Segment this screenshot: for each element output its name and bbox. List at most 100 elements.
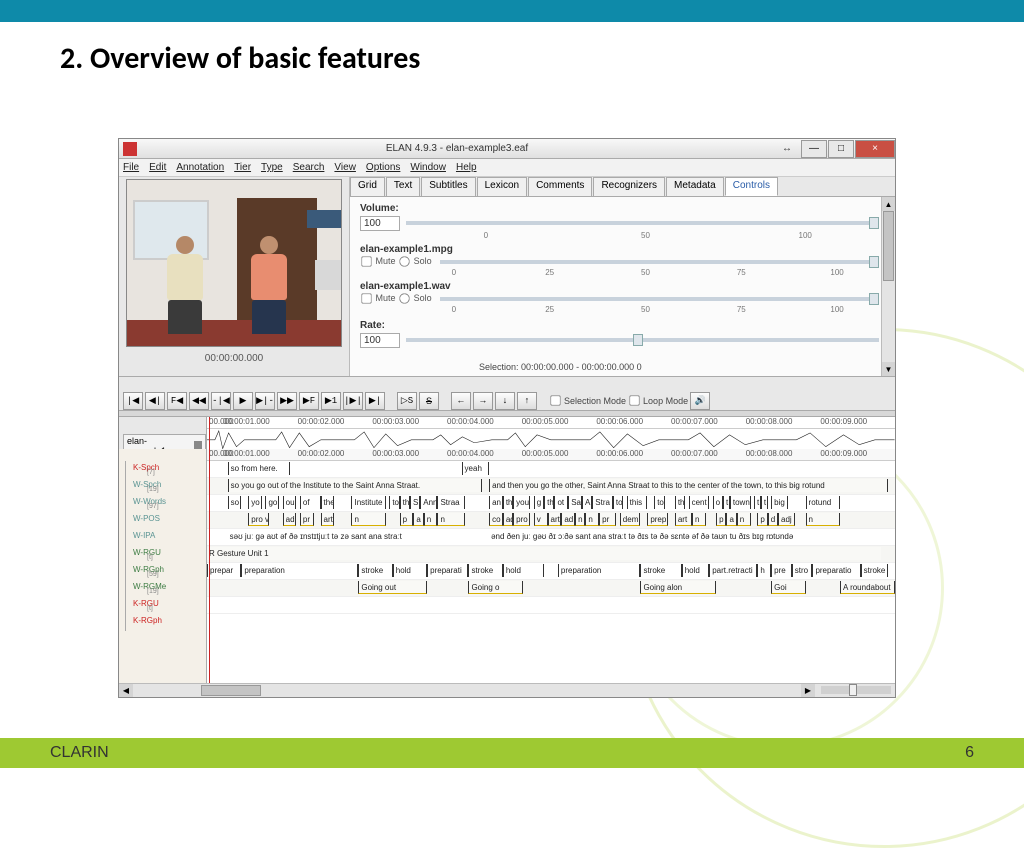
tab-controls[interactable]: Controls [725, 177, 778, 196]
menu-view[interactable]: View [334, 162, 356, 173]
menu-type[interactable]: Type [261, 162, 283, 173]
annotation[interactable]: dem [620, 513, 641, 526]
annotation[interactable]: pro v [248, 513, 269, 526]
volume-slider[interactable] [406, 221, 879, 225]
next-scroll-button[interactable]: ▶1 [321, 392, 341, 410]
annotation[interactable]: pr [599, 513, 616, 526]
annotation[interactable]: o [713, 496, 723, 509]
tab-grid[interactable]: Grid [350, 177, 385, 196]
tier-label[interactable]: W-POS [119, 512, 206, 529]
annotation[interactable]: art [321, 513, 335, 526]
annotation[interactable]: hold [682, 564, 710, 577]
annotation[interactable]: R Gesture Unit 1 [207, 547, 881, 560]
annotation[interactable]: a [726, 513, 736, 526]
annotation[interactable]: n [585, 513, 599, 526]
prev-frame-button[interactable]: F◀ [167, 392, 187, 410]
annotation[interactable]: Sa [568, 496, 582, 509]
annotation[interactable]: Going out [358, 581, 427, 594]
close-button[interactable]: × [855, 140, 895, 158]
media2-solo-radio[interactable] [399, 293, 409, 303]
annotation[interactable]: hold [503, 564, 544, 577]
annotation[interactable]: so you go out of the Institute to the Sa… [228, 479, 483, 492]
menu-help[interactable]: Help [456, 162, 477, 173]
annotation[interactable]: ənd ðen juː gəʊ ðɪ ɔːðə sant ana straːt … [489, 530, 867, 543]
tab-recognizers[interactable]: Recognizers [593, 177, 665, 196]
annotation[interactable]: h [757, 564, 771, 577]
selection-mode-check[interactable]: Selection Mode [549, 394, 626, 407]
media1-slider[interactable] [440, 260, 879, 264]
annotation[interactable]: Going alon [640, 581, 716, 594]
media2-slider[interactable] [440, 297, 879, 301]
scroll-right-icon[interactable]: ▶ [801, 684, 815, 697]
clear-selection-button[interactable]: S [419, 392, 439, 410]
annotation[interactable]: pro [513, 513, 530, 526]
annotation[interactable]: cent [689, 496, 710, 509]
annotation[interactable]: g [534, 496, 544, 509]
annotation[interactable]: go [265, 496, 279, 509]
annotation[interactable]: p [400, 513, 414, 526]
annotation[interactable]: v [534, 513, 548, 526]
annotation[interactable]: Stra [592, 496, 613, 509]
annotation[interactable]: yo [248, 496, 262, 509]
annotation[interactable]: hold [393, 564, 427, 577]
annotation[interactable]: Goi [771, 581, 805, 594]
annotation[interactable]: co [489, 513, 503, 526]
annotation[interactable]: n [424, 513, 438, 526]
tier-row[interactable]: so you go out of the Institute to the Sa… [207, 478, 895, 495]
annotation[interactable]: Going o [468, 581, 523, 594]
tier-label[interactable]: K-RGph [119, 614, 206, 631]
sel-right-button[interactable]: → [473, 392, 493, 410]
annotation[interactable]: part.retracti [709, 564, 757, 577]
step-fwd-1-button[interactable]: ▶|- [255, 392, 275, 410]
annotation[interactable]: of [300, 496, 321, 509]
tab-subtitles[interactable]: Subtitles [421, 177, 475, 196]
tier-row[interactable]: R Gesture Unit 1 [207, 546, 895, 563]
media1-mute-checkbox[interactable] [361, 256, 371, 266]
tier-row[interactable]: soyogoouoftheInstitutetothSAnnStraaanthy… [207, 495, 895, 512]
tier-label[interactable]: W-Spch[19] [119, 478, 206, 495]
menu-file[interactable]: File [123, 162, 139, 173]
maximize-button[interactable]: □ [828, 140, 854, 158]
annotation[interactable]: stroke [358, 564, 392, 577]
step-back-button[interactable]: ◀◀ [189, 392, 209, 410]
annotation[interactable]: preparation [558, 564, 641, 577]
annotation[interactable]: preparation [241, 564, 358, 577]
annotation[interactable]: pre [771, 564, 792, 577]
sel-up-button[interactable]: ↑ [517, 392, 537, 410]
menu-edit[interactable]: Edit [149, 162, 166, 173]
go-to-end-button[interactable]: ▶| [365, 392, 385, 410]
annotation[interactable]: ad [561, 513, 575, 526]
annotation[interactable]: th [400, 496, 410, 509]
scroll-thumb[interactable] [201, 685, 261, 696]
prev-scroll-button[interactable]: ◀| [145, 392, 165, 410]
annotation[interactable]: səʊ juː gə aʊt əf ðə ɪnstɪtjuːt tə zə sa… [228, 530, 469, 543]
annotation[interactable]: n [692, 513, 706, 526]
volume-value[interactable]: 100 [360, 216, 400, 231]
annotation[interactable]: stroke [468, 564, 502, 577]
annotation[interactable]: this [627, 496, 648, 509]
menu-window[interactable]: Window [410, 162, 446, 173]
menu-options[interactable]: Options [366, 162, 400, 173]
annotation[interactable]: prep [647, 513, 668, 526]
rate-value[interactable]: 100 [360, 333, 400, 348]
video-player[interactable] [126, 179, 342, 347]
menu-tier[interactable]: Tier [234, 162, 251, 173]
annotation[interactable]: preparati [427, 564, 468, 577]
annotation[interactable]: ad [503, 513, 513, 526]
tier-row[interactable]: Going outGoing oGoing alonGoiA roundabou… [207, 580, 895, 597]
annotation[interactable]: ot [554, 496, 568, 509]
annotation[interactable]: Straa [437, 496, 465, 509]
annotation[interactable]: yeah [462, 462, 490, 475]
menu-search[interactable]: Search [293, 162, 325, 173]
tier-row[interactable]: səʊ juː gə aʊt əf ðə ɪnstɪtjuːt tə zə sa… [207, 529, 895, 546]
annotation[interactable]: stro [792, 564, 813, 577]
annotation[interactable]: ou [283, 496, 297, 509]
tab-comments[interactable]: Comments [528, 177, 592, 196]
annotation[interactable]: p [757, 513, 767, 526]
annotation[interactable]: t [761, 496, 768, 509]
annotation[interactable]: art [548, 513, 562, 526]
loop-mode-check[interactable]: Loop Mode [628, 394, 688, 407]
annotation[interactable]: ad [283, 513, 297, 526]
annotation[interactable]: Institute [351, 496, 385, 509]
annotation[interactable]: town [730, 496, 751, 509]
